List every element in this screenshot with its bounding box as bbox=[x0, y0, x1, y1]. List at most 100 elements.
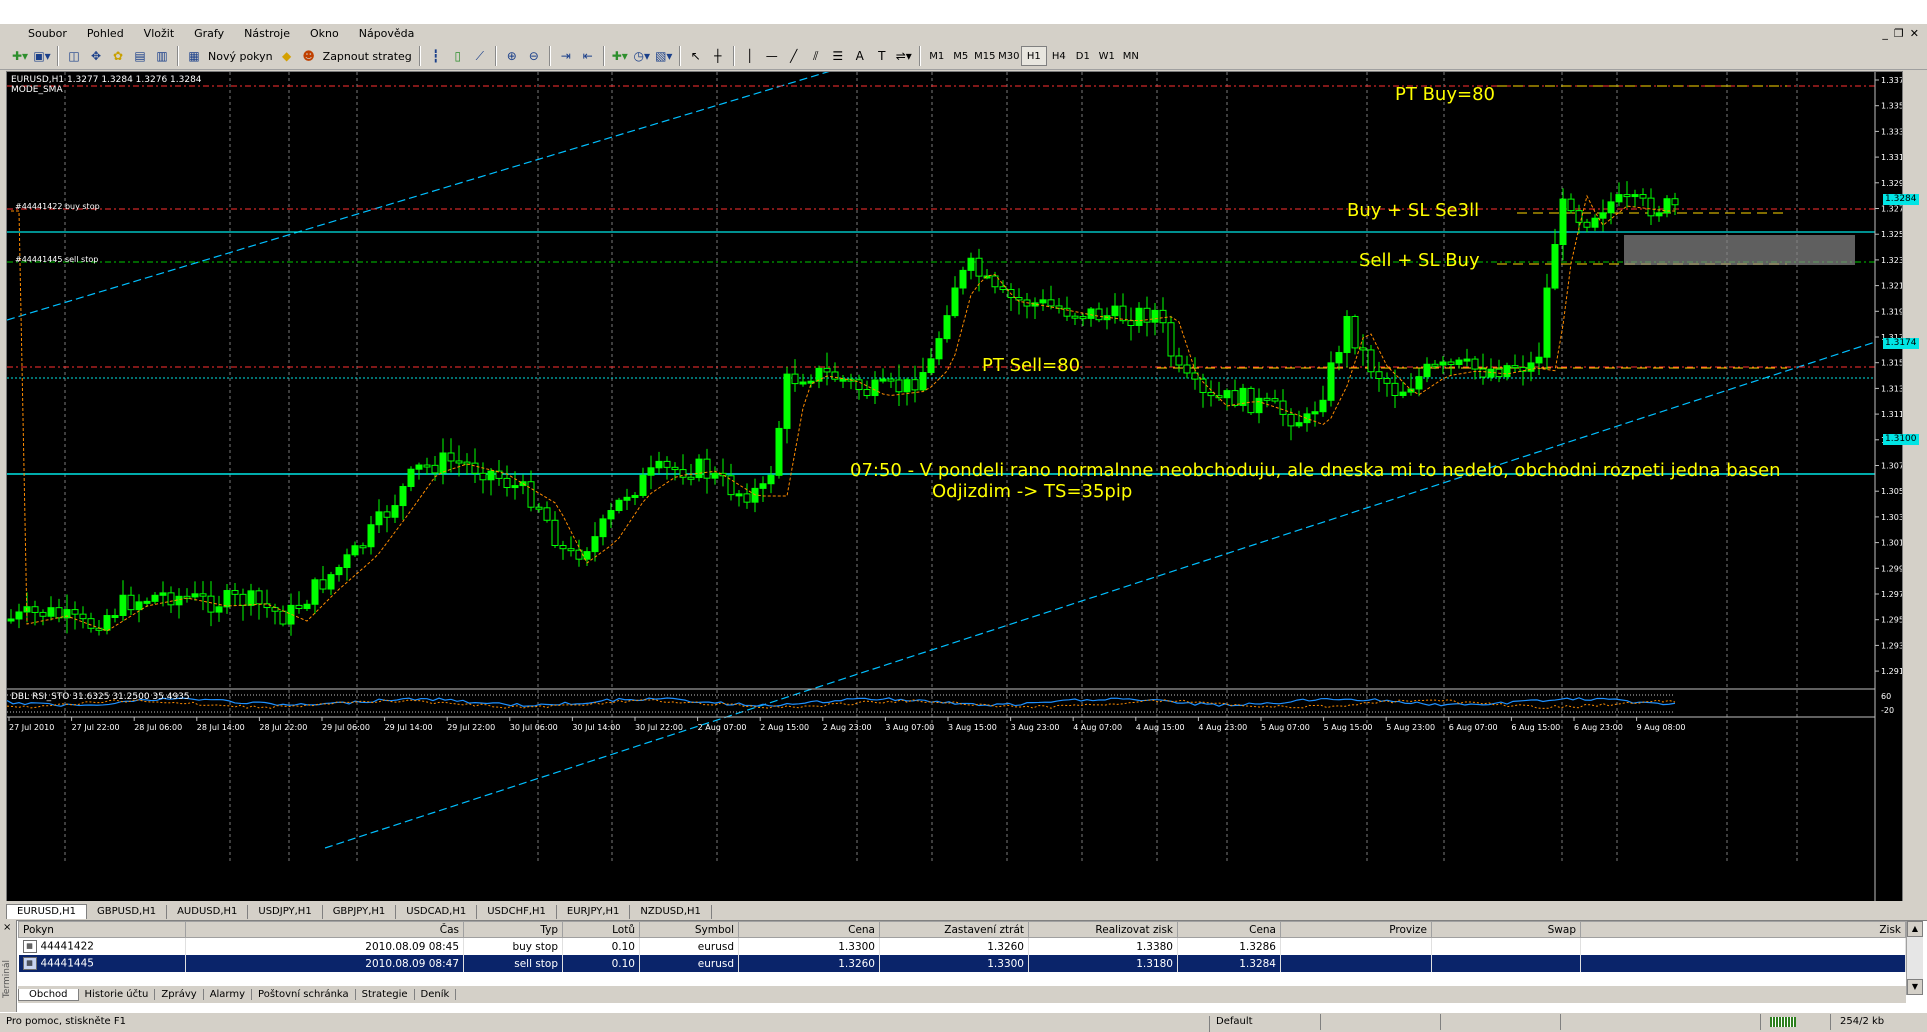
terminal-tab-mailbox[interactable]: Poštovní schránka bbox=[252, 989, 356, 1000]
order-take-profit[interactable]: 1.3180 bbox=[1028, 955, 1178, 972]
annotation-buy-sl[interactable]: Buy + SL Se3ll bbox=[1347, 200, 1479, 221]
minimize-icon[interactable]: _ bbox=[1880, 27, 1890, 40]
column-header[interactable]: Čas bbox=[185, 921, 464, 938]
chart-tab-usdcad[interactable]: USDCAD,H1 bbox=[396, 905, 478, 919]
data-window-icon[interactable]: ✿ bbox=[108, 46, 128, 66]
candles-icon[interactable]: ▯ bbox=[448, 46, 468, 66]
terminal-tab-strategies[interactable]: Strategie bbox=[356, 989, 415, 1000]
timeframe-d1[interactable]: D1 bbox=[1071, 47, 1095, 65]
column-header[interactable]: Realizovat zisk bbox=[1028, 921, 1178, 938]
chart-tab-nzdusd[interactable]: NZDUSD,H1 bbox=[630, 905, 712, 919]
scroll-up-icon[interactable]: ▲ bbox=[1907, 921, 1923, 937]
column-header[interactable]: Typ bbox=[463, 921, 563, 938]
bar-chart-icon[interactable]: ┇ bbox=[426, 46, 446, 66]
tester-icon[interactable]: ▥ bbox=[152, 46, 172, 66]
status-profile[interactable]: Default bbox=[1209, 1016, 1253, 1032]
order-take-profit[interactable]: 1.3380 bbox=[1028, 937, 1178, 955]
timeframe-m15[interactable]: M15 bbox=[973, 47, 997, 65]
column-header[interactable]: Swap bbox=[1431, 921, 1581, 938]
meta-editor-icon[interactable]: ◆ bbox=[277, 46, 297, 66]
timeframe-m5[interactable]: M5 bbox=[949, 47, 973, 65]
table-row[interactable]: ▦ 44441422 2010.08.09 08:45 buy stop 0.10… bbox=[18, 937, 1906, 955]
timeframe-h4[interactable]: H4 bbox=[1047, 47, 1071, 65]
chart-tab-eurusd[interactable]: EURUSD,H1 bbox=[6, 904, 88, 919]
menu-grafy[interactable]: Grafy bbox=[184, 27, 234, 40]
menu-soubor[interactable]: Soubor bbox=[0, 27, 77, 40]
horizontal-line-icon[interactable]: — bbox=[762, 46, 782, 66]
column-header[interactable]: Provize bbox=[1280, 921, 1432, 938]
order-stop-loss[interactable]: 1.3300 bbox=[879, 955, 1029, 972]
annotation-sell-sl[interactable]: Sell + SL Buy bbox=[1359, 250, 1480, 271]
scroll-down-icon[interactable]: ▼ bbox=[1907, 979, 1923, 995]
navigator-icon[interactable]: ✥ bbox=[86, 46, 106, 66]
vertical-line-icon[interactable]: │ bbox=[740, 46, 760, 66]
buy-stop-order-label[interactable]: #44441422 buy stop bbox=[15, 202, 100, 211]
sell-stop-order-label[interactable]: #44441445 sell stop bbox=[15, 255, 98, 264]
periods-icon[interactable]: ◷▾ bbox=[632, 46, 652, 66]
order-stop-loss[interactable]: 1.3260 bbox=[879, 937, 1029, 955]
table-row-selected[interactable]: ▦ 44441445 2010.08.09 08:47 sell stop 0.1… bbox=[18, 955, 1906, 972]
strategy-button[interactable]: Zapnout strateg bbox=[320, 50, 415, 63]
timeframe-m30[interactable]: M30 bbox=[997, 47, 1021, 65]
crosshair-icon[interactable]: ┼ bbox=[708, 46, 728, 66]
annotation-note-line1[interactable]: 07:50 - V pondeli rano normalnne neobcho… bbox=[850, 460, 1781, 481]
autoscroll-icon[interactable]: ⇥ bbox=[556, 46, 576, 66]
price-chart[interactable]: 60 -20 1.3375 1.3355 1.3335 1.3315 1.3295 1.32… bbox=[7, 72, 1902, 901]
cursor-icon[interactable]: ↖ bbox=[686, 46, 706, 66]
arrows-icon[interactable]: ⇌▾ bbox=[894, 46, 914, 66]
timeframe-w1[interactable]: W1 bbox=[1095, 47, 1119, 65]
terminal-scrollbar[interactable]: ▲ ▼ bbox=[1906, 921, 1923, 995]
chart-window[interactable]: 60 -20 1.3375 1.3355 1.3335 1.3315 1.3295 1.32… bbox=[6, 71, 1919, 902]
column-header[interactable]: Cena bbox=[1177, 921, 1281, 938]
label-icon[interactable]: T bbox=[872, 46, 892, 66]
menu-pohled[interactable]: Pohled bbox=[77, 27, 134, 40]
chart-tab-usdchf[interactable]: USDCHF,H1 bbox=[477, 905, 557, 919]
new-order-icon[interactable]: ▦ bbox=[184, 46, 204, 66]
profiles-icon[interactable]: ▣▾ bbox=[32, 46, 52, 66]
templates-icon[interactable]: ▧▾ bbox=[654, 46, 674, 66]
timeframe-h1[interactable]: H1 bbox=[1020, 46, 1047, 66]
terminal-tab-account-history[interactable]: Historie účtu bbox=[79, 989, 156, 1000]
expert-advisors-icon[interactable]: ☻ bbox=[299, 46, 319, 66]
menu-nastroje[interactable]: Nástroje bbox=[234, 27, 300, 40]
menu-okno[interactable]: Okno bbox=[300, 27, 349, 40]
column-header[interactable]: Zisk bbox=[1580, 921, 1906, 938]
menu-napoveda[interactable]: Nápověda bbox=[349, 27, 425, 40]
annotation-note-line2[interactable]: Odjizdim -> TS=35pip bbox=[932, 481, 1132, 502]
market-watch-icon[interactable]: ◫ bbox=[64, 46, 84, 66]
timeframe-mn[interactable]: MN bbox=[1119, 47, 1143, 65]
column-header[interactable]: Symbol bbox=[639, 921, 739, 938]
new-order-button[interactable]: Nový pokyn bbox=[205, 50, 276, 63]
fibonacci-icon[interactable]: ☰ bbox=[828, 46, 848, 66]
column-header[interactable]: Zastavení ztrát bbox=[879, 921, 1029, 938]
chart-tab-audusd[interactable]: AUDUSD,H1 bbox=[167, 905, 249, 919]
column-header[interactable]: Pokyn bbox=[18, 921, 186, 938]
terminal-tab-alerts[interactable]: Alarmy bbox=[204, 989, 253, 1000]
terminal-icon[interactable]: ▤ bbox=[130, 46, 150, 66]
indicators-icon[interactable]: ✚▾ bbox=[610, 46, 630, 66]
timeframe-m1[interactable]: M1 bbox=[925, 47, 949, 65]
annotation-pt-buy[interactable]: PT Buy=80 bbox=[1395, 84, 1495, 105]
column-header[interactable]: Cena bbox=[738, 921, 880, 938]
zoom-in-icon[interactable]: ⊕ bbox=[502, 46, 522, 66]
annotation-pt-sell[interactable]: PT Sell=80 bbox=[982, 355, 1080, 376]
terminal-tab-news[interactable]: Zprávy bbox=[155, 989, 204, 1000]
new-chart-icon[interactable]: ✚▾ bbox=[10, 46, 30, 66]
restore-icon[interactable]: ❐ bbox=[1892, 27, 1906, 40]
chart-tab-gbpjpy[interactable]: GBPJPY,H1 bbox=[323, 905, 397, 919]
chart-tab-usdjpy[interactable]: USDJPY,H1 bbox=[248, 905, 323, 919]
close-icon[interactable]: × bbox=[3, 922, 11, 933]
channel-icon[interactable]: ⫽ bbox=[806, 46, 826, 66]
chart-shift-icon[interactable]: ⇤ bbox=[578, 46, 598, 66]
zoom-out-icon[interactable]: ⊖ bbox=[524, 46, 544, 66]
line-chart-icon[interactable]: ⟋ bbox=[470, 46, 490, 66]
chart-tab-eurjpy[interactable]: EURJPY,H1 bbox=[557, 905, 631, 919]
close-icon[interactable]: ✕ bbox=[1908, 27, 1921, 40]
chart-tab-gbpusd[interactable]: GBPUSD,H1 bbox=[87, 905, 168, 919]
trendline-icon[interactable]: ╱ bbox=[784, 46, 804, 66]
text-icon[interactable]: A bbox=[850, 46, 870, 66]
column-header[interactable]: Lotů bbox=[562, 921, 640, 938]
menu-vlozit[interactable]: Vložit bbox=[134, 27, 184, 40]
terminal-tab-journal[interactable]: Deník bbox=[415, 989, 457, 1000]
terminal-tab-trade[interactable]: Obchod bbox=[18, 988, 79, 1001]
